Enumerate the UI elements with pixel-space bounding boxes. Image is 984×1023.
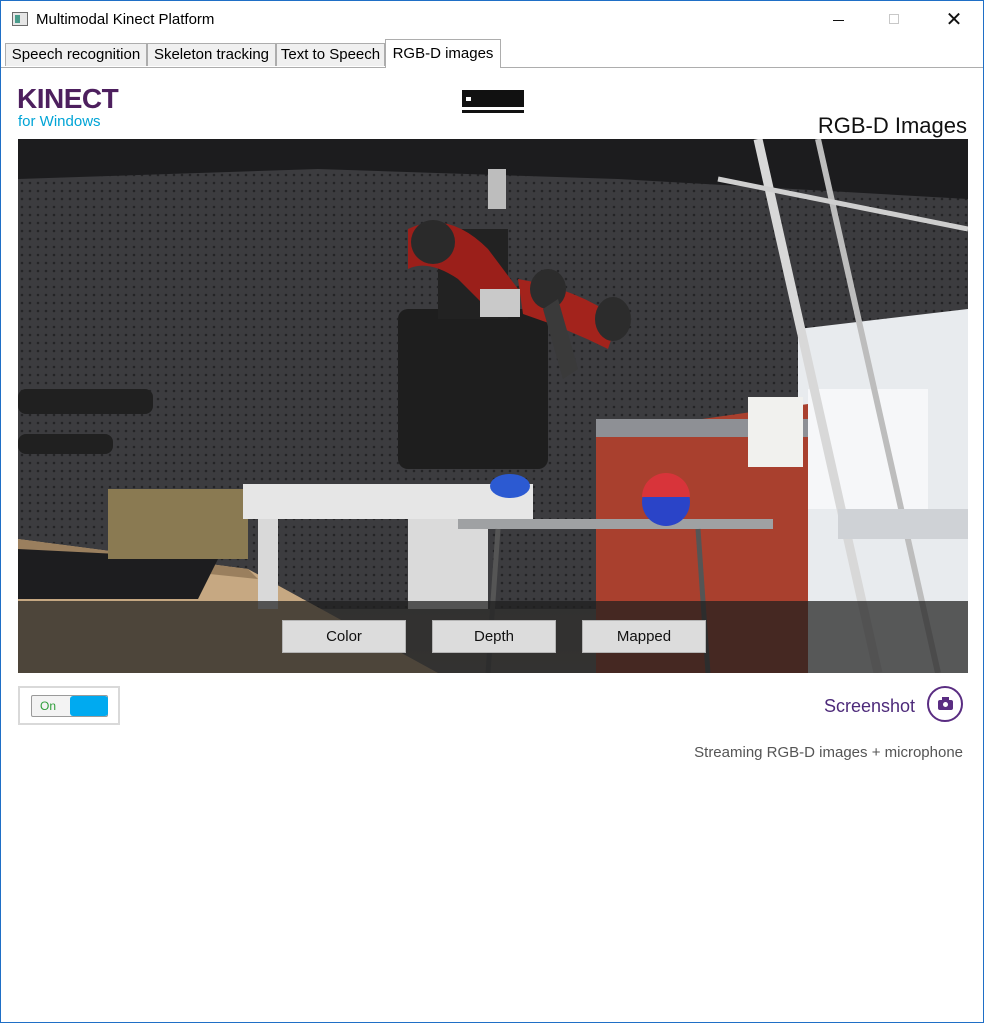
stream-toggle-knob[interactable] — [70, 696, 108, 716]
app-window: Multimodal Kinect Platform ✕ Speech reco… — [0, 0, 984, 1023]
tab-rgbd-images[interactable]: RGB-D images — [385, 39, 501, 68]
window-title: Multimodal Kinect Platform — [36, 11, 215, 28]
tab-bar: Speech recognition Skeleton tracking Tex… — [1, 39, 983, 68]
depth-mode-button[interactable]: Depth — [432, 620, 556, 653]
stream-toggle[interactable]: On — [31, 695, 108, 717]
page-title: RGB-D Images — [817, 113, 967, 138]
camera-feed: Color Depth Mapped — [18, 139, 968, 673]
screenshot-label[interactable]: Screenshot — [824, 696, 915, 717]
tab-skeleton-tracking[interactable]: Skeleton tracking — [147, 43, 276, 66]
kinect-logo-subtitle: for Windows — [18, 113, 101, 130]
app-icon — [12, 12, 28, 26]
title-bar: Multimodal Kinect Platform ✕ — [1, 1, 983, 39]
color-mode-button[interactable]: Color — [282, 620, 406, 653]
minimize-button[interactable] — [815, 1, 861, 39]
camera-feed-image — [18, 139, 968, 673]
close-icon: ✕ — [945, 9, 963, 31]
status-text: Streaming RGB-D images + microphone — [694, 744, 963, 761]
screenshot-button[interactable] — [927, 686, 963, 722]
maximize-button[interactable] — [871, 1, 917, 39]
kinect-sensor-icon — [462, 90, 524, 114]
close-button[interactable]: ✕ — [931, 1, 977, 39]
tab-speech-recognition[interactable]: Speech recognition — [5, 43, 147, 66]
minimize-icon — [833, 20, 844, 21]
view-mode-bar: Color Depth Mapped — [18, 601, 968, 673]
tab-text-to-speech[interactable]: Text to Speech — [276, 43, 385, 66]
stream-toggle-container: On — [18, 686, 120, 725]
maximize-icon — [889, 14, 899, 24]
mapped-mode-button[interactable]: Mapped — [582, 620, 706, 653]
stream-toggle-label: On — [40, 699, 57, 713]
kinect-logo: KINECT — [17, 83, 119, 114]
